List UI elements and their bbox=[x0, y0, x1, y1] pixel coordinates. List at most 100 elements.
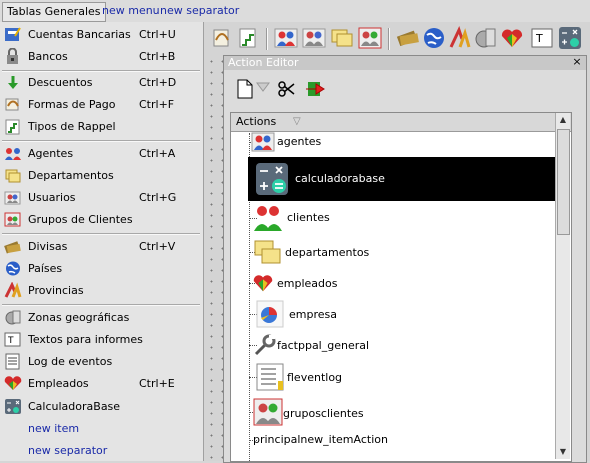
menu-item-label: Departamentos bbox=[28, 169, 114, 182]
toolbar-separator bbox=[266, 28, 268, 50]
provinces-icon[interactable] bbox=[448, 26, 472, 50]
menu-item-shortcut: Ctrl+U bbox=[139, 28, 176, 41]
scroll-up-icon[interactable]: ▲ bbox=[557, 114, 569, 126]
menu-item-log-de-eventos[interactable]: Log de eventos bbox=[0, 351, 203, 372]
menu-item-label: new item bbox=[28, 422, 80, 435]
menu-item-descuentos[interactable]: Descuentos Ctrl+D bbox=[0, 72, 203, 93]
menu-item-provincias[interactable]: Provincias bbox=[0, 280, 203, 301]
payment-icon bbox=[5, 98, 19, 111]
currency-icon[interactable] bbox=[396, 26, 420, 50]
tree-node[interactable]: principalnew_itemAction bbox=[231, 429, 571, 451]
zones-icon[interactable] bbox=[474, 26, 498, 50]
menu-item-label: Textos para informes bbox=[28, 333, 143, 346]
cut-icon[interactable] bbox=[276, 78, 298, 100]
globe-icon[interactable] bbox=[422, 26, 446, 50]
menu-item-departamentos[interactable]: Departamentos bbox=[0, 165, 203, 186]
menu-item-shortcut: Ctrl+F bbox=[139, 98, 175, 111]
action-editor-titlebar[interactable]: Action Editor × bbox=[224, 56, 586, 70]
menu-item-zonas-geograficas[interactable]: Zonas geográficas bbox=[0, 307, 203, 328]
menu-item-tipos-de-rappel[interactable]: Tipos de Rappel bbox=[0, 116, 203, 137]
tree-node[interactable]: empleados bbox=[231, 269, 571, 297]
bank-accounts-icon bbox=[5, 27, 21, 41]
currency-icon bbox=[4, 241, 21, 254]
tree-node[interactable]: departamentos bbox=[231, 235, 571, 269]
tree-node-selected[interactable]: calculadorabase bbox=[231, 157, 571, 201]
log-icon bbox=[256, 363, 284, 391]
menu-item-paises[interactable]: Países bbox=[0, 258, 203, 279]
texts-icon: T bbox=[4, 332, 21, 347]
menu-item-cuentas-bancarias[interactable]: Cuentas Bancarias Ctrl+U bbox=[0, 24, 203, 45]
menu-item-shortcut: Ctrl+G bbox=[139, 191, 177, 204]
texts-icon[interactable]: T bbox=[530, 26, 554, 50]
menu-item-formas-de-pago[interactable]: Formas de Pago Ctrl+F bbox=[0, 94, 203, 115]
employees-icon bbox=[253, 275, 273, 292]
actions-tree: Actions ▽ agentes calculadorabase client… bbox=[230, 112, 572, 462]
agents-icon[interactable] bbox=[274, 26, 298, 50]
wrench-icon bbox=[254, 334, 276, 356]
payment-icon[interactable] bbox=[210, 26, 234, 50]
calculator-icon bbox=[256, 163, 288, 195]
menu-item-textos-para-informes[interactable]: T Textos para informes bbox=[0, 329, 203, 350]
menu-item-usuarios[interactable]: Usuarios Ctrl+G bbox=[0, 187, 203, 208]
menu-new-menu[interactable]: new menu bbox=[102, 2, 160, 20]
client-groups-icon[interactable] bbox=[358, 26, 382, 50]
menu-separator bbox=[2, 140, 200, 142]
menu-item-label: Zonas geográficas bbox=[28, 311, 130, 324]
zones-icon bbox=[5, 310, 21, 325]
menu-item-calculadorabase[interactable]: CalculadoraBase bbox=[0, 396, 203, 417]
calculator-icon[interactable] bbox=[558, 26, 582, 50]
scroll-down-icon[interactable]: ▼ bbox=[557, 446, 569, 458]
menu-item-shortcut: Ctrl+B bbox=[139, 50, 176, 63]
menu-item-bancos[interactable]: Bancos Ctrl+B bbox=[0, 46, 203, 67]
tree-node[interactable]: factppal_general bbox=[231, 331, 571, 359]
tree-node-label: clientes bbox=[287, 211, 330, 224]
tree-node[interactable]: gruposclientes bbox=[231, 395, 571, 429]
menu-item-new-item[interactable]: new item bbox=[0, 418, 203, 439]
menu-item-label: Bancos bbox=[28, 50, 68, 63]
menu-item-grupos-de-clientes[interactable]: Grupos de Clientes bbox=[0, 209, 203, 230]
tree-node[interactable]: fleventlog bbox=[231, 359, 571, 395]
rappel-icon[interactable] bbox=[236, 26, 260, 50]
menu-item-empleados[interactable]: Empleados Ctrl+E bbox=[0, 373, 203, 394]
departments-icon[interactable] bbox=[330, 26, 354, 50]
tree-node-label: empresa bbox=[289, 308, 337, 321]
designer-toolbar: T bbox=[206, 24, 590, 54]
tree-node[interactable]: clientes bbox=[231, 201, 571, 235]
menu-item-label: Empleados bbox=[28, 377, 89, 390]
delete-action-icon[interactable] bbox=[304, 78, 326, 100]
tree-node-label: factppal_general bbox=[277, 339, 370, 352]
menu-item-new-separator[interactable]: new separator bbox=[0, 440, 203, 461]
menu-item-label: CalculadoraBase bbox=[28, 400, 121, 413]
menu-item-label: Cuentas Bancarias bbox=[28, 28, 131, 41]
tree-node-label: fleventlog bbox=[287, 371, 343, 384]
tree-node[interactable]: agentes bbox=[231, 131, 571, 153]
departments-icon bbox=[254, 240, 281, 264]
menu-tablas-generales[interactable]: Tablas Generales bbox=[2, 2, 106, 22]
close-icon[interactable]: × bbox=[571, 56, 583, 68]
menu-item-agentes[interactable]: Agentes Ctrl+A bbox=[0, 143, 203, 164]
vertical-scrollbar[interactable]: ▲ ▼ bbox=[555, 113, 570, 459]
provinces-icon bbox=[4, 282, 22, 298]
actions-column-header[interactable]: Actions ▽ bbox=[231, 113, 571, 132]
new-document-icon[interactable] bbox=[234, 78, 256, 100]
employees-icon[interactable] bbox=[500, 26, 524, 50]
tree-node-label: departamentos bbox=[285, 246, 370, 259]
tree-node[interactable]: empresa bbox=[231, 297, 571, 331]
users-icon[interactable] bbox=[302, 26, 326, 50]
sort-arrow-icon: ▽ bbox=[293, 116, 301, 127]
employees-icon bbox=[4, 376, 22, 390]
filter-icon[interactable] bbox=[254, 78, 276, 100]
client-groups-icon bbox=[4, 212, 21, 227]
menu-item-label: Divisas bbox=[28, 240, 68, 253]
svg-text:T: T bbox=[535, 32, 543, 45]
action-editor-panel: Action Editor × Actions ▽ agentes calcul… bbox=[223, 55, 587, 463]
company-icon bbox=[256, 300, 284, 328]
actions-header-label: Actions bbox=[236, 115, 277, 128]
menu-new-separator[interactable]: new separator bbox=[160, 2, 239, 20]
agents-icon bbox=[5, 148, 21, 160]
scrollbar-thumb[interactable] bbox=[557, 129, 570, 235]
clients-icon bbox=[254, 206, 282, 231]
menu-item-divisas[interactable]: Divisas Ctrl+V bbox=[0, 236, 203, 257]
calculator-icon bbox=[5, 399, 21, 414]
action-editor-toolbar bbox=[232, 78, 432, 102]
